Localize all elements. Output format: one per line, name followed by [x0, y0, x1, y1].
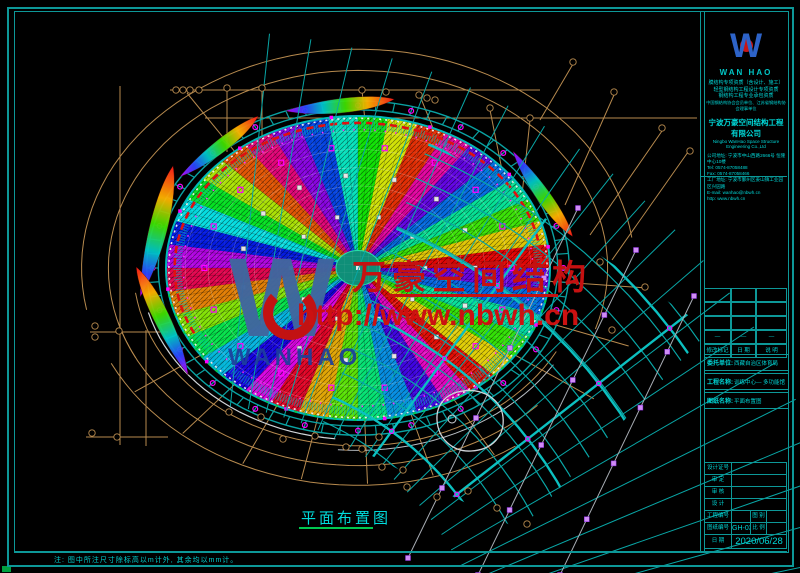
revision-cell — [756, 302, 787, 316]
cad-sheet: W WANHAO 万豪空间结构 http://www.nbwh.cn 平面布置图… — [0, 0, 800, 573]
row-value — [732, 499, 786, 510]
field-project: 工程名称: 训练中心— 多功能馆 — [704, 373, 789, 390]
row-label: 设计证号 — [705, 463, 732, 474]
company-name-cn: 宁波万豪空间结构工程有限公司 — [705, 117, 787, 139]
revision-cell — [731, 316, 756, 330]
revision-cell — [704, 316, 731, 330]
row-value — [732, 511, 751, 522]
titleblock-divider-1 — [700, 11, 701, 552]
qualification-lines: 膜结构专项资质（含设计、施工） 轻型钢结构工程设计专项资质 钢结构工程专业承包资… — [705, 80, 787, 113]
field-value: 训练中心— 多功能馆 — [734, 378, 785, 386]
revision-cell — [756, 316, 787, 330]
revision-dash: — — [704, 330, 731, 344]
field-label: 工程名称: — [705, 377, 734, 386]
row-value — [732, 475, 786, 486]
frame-inner — [14, 11, 789, 553]
company-name-en: Ningbo WanHao Space Structure Engineerin… — [705, 139, 787, 149]
row-value2 — [767, 523, 786, 534]
date-value: 2020/06/28 — [732, 535, 786, 548]
field-label: 图纸名称: — [705, 396, 734, 405]
contact-line: 公司地址: 宁波市中山西路2666号 恒隆中心10楼 — [707, 153, 787, 165]
qualification-line: 中国钢结构协会会员单位、江苏省钢结构协会理事单位 — [705, 100, 787, 113]
revision-dash: — — [756, 330, 787, 344]
revision-cell — [704, 288, 731, 302]
field-value: 西藏自治区体育局 — [734, 359, 778, 367]
field-value: 平面布置图 — [734, 397, 762, 405]
qualification-line: 膜结构专项资质（含设计、施工） — [705, 80, 787, 87]
row-label2: 比 例 — [751, 523, 767, 534]
row-value — [732, 487, 786, 498]
row-value — [732, 463, 786, 474]
contact-line: http: www.nbwh.cn — [707, 196, 787, 202]
row-label: 设 计 — [705, 499, 732, 510]
revision-cell — [731, 288, 756, 302]
field-drawing: 图纸名称: 平面布置图 — [704, 392, 789, 409]
row-label: 图纸编号 — [705, 523, 732, 534]
revision-cell — [731, 302, 756, 316]
company-contact: 公司地址: 宁波市中山西路2666号 恒隆中心10楼 Tel: 0574-870… — [705, 153, 787, 203]
contact-line: 工厂地址: 宁波市鄞州区姜山镇工业园区兴园路 — [707, 177, 787, 189]
drawing-number: GH-03 — [732, 523, 751, 534]
row-label: 审 核 — [705, 487, 732, 498]
revision-cell — [704, 302, 731, 316]
row-label: 工程编号 — [705, 511, 732, 522]
date-label: 日 期 — [705, 535, 732, 548]
row-label: 审 定 — [705, 475, 732, 486]
note-strip-line — [14, 551, 787, 565]
logo-w-letter: W — [718, 24, 774, 68]
signature-table: 设计证号 审 定 审 核 设 计 工程编号 图 别 图纸编号 GH-03 比 例… — [704, 462, 787, 549]
revision-dash: — — [731, 330, 756, 344]
brand-name: WAN HAO — [705, 68, 787, 77]
field-client: 委托单位: 西藏自治区体育局 — [704, 354, 789, 371]
titleblock-hline — [700, 176, 787, 177]
revision-cell — [756, 288, 787, 302]
revision-table: — — — 修改标记 日 期 说 明 — [704, 288, 787, 358]
company-logo: W — [718, 24, 774, 68]
field-label: 委托单位: — [705, 358, 734, 367]
row-value2 — [767, 511, 786, 522]
row-label2: 图 别 — [751, 511, 767, 522]
